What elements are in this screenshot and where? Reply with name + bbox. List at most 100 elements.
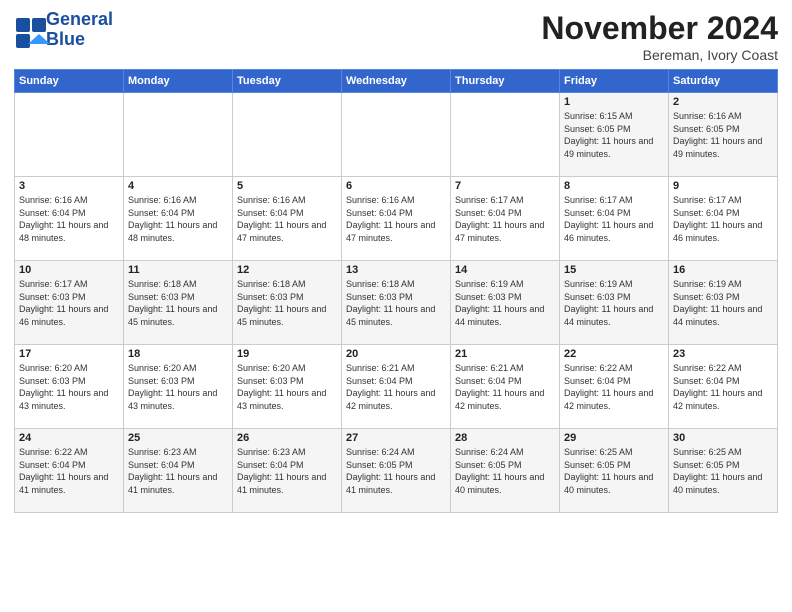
day-info: Sunrise: 6:20 AM Sunset: 6:03 PM Dayligh… xyxy=(128,362,228,412)
calendar-cell: 28 Sunrise: 6:24 AM Sunset: 6:05 PM Dayli… xyxy=(451,429,560,513)
calendar-cell xyxy=(451,93,560,177)
day-info: Sunrise: 6:15 AM Sunset: 6:05 PM Dayligh… xyxy=(564,110,664,160)
day-number: 15 xyxy=(564,264,664,276)
month-title: November 2024 xyxy=(541,10,778,47)
day-number: 16 xyxy=(673,264,773,276)
calendar-week-0: 1Sunrise: 6:15 AM Sunset: 6:05 PM Daylig… xyxy=(15,93,778,177)
calendar-cell: 4 Sunrise: 6:16 AM Sunset: 6:04 PM Daylig… xyxy=(124,177,233,261)
logo-line2: Blue xyxy=(46,30,113,50)
day-number: 2 xyxy=(673,96,773,108)
col-monday: Monday xyxy=(124,70,233,93)
day-number: 28 xyxy=(455,432,555,444)
calendar-cell: 9Sunrise: 6:17 AM Sunset: 6:04 PM Daylig… xyxy=(669,177,778,261)
calendar-cell xyxy=(124,93,233,177)
col-wednesday: Wednesday xyxy=(342,70,451,93)
day-info: Sunrise: 6:17 AM Sunset: 6:04 PM Dayligh… xyxy=(564,194,664,244)
col-tuesday: Tuesday xyxy=(233,70,342,93)
location-subtitle: Bereman, Ivory Coast xyxy=(541,47,778,63)
col-friday: Friday xyxy=(560,70,669,93)
header: General Blue November 2024 Bereman, Ivor… xyxy=(14,10,778,63)
calendar-cell: 10 Sunrise: 6:17 AM Sunset: 6:03 PM Dayli… xyxy=(15,261,124,345)
calendar-cell: 24Sunrise: 6:22 AM Sunset: 6:04 PM Dayli… xyxy=(15,429,124,513)
day-info: Sunrise: 6:17 AM Sunset: 6:04 PM Dayligh… xyxy=(455,194,555,244)
day-number: 29 xyxy=(564,432,664,444)
day-number: 23 xyxy=(673,348,773,360)
day-number: 12 xyxy=(237,264,337,276)
day-number: 11 xyxy=(128,264,228,276)
day-info: Sunrise: 6:16 AM Sunset: 6:04 PM Dayligh… xyxy=(128,194,228,244)
calendar-cell: 25 Sunrise: 6:23 AM Sunset: 6:04 PM Dayli… xyxy=(124,429,233,513)
calendar-cell: 17 Sunrise: 6:20 AM Sunset: 6:03 PM Dayli… xyxy=(15,345,124,429)
day-number: 8 xyxy=(564,180,664,192)
calendar-cell: 20 Sunrise: 6:21 AM Sunset: 6:04 PM Dayli… xyxy=(342,345,451,429)
day-info: Sunrise: 6:17 AM Sunset: 6:04 PM Dayligh… xyxy=(673,194,773,244)
logo-text: General Blue xyxy=(46,10,113,50)
day-info: Sunrise: 6:16 AM Sunset: 6:05 PM Dayligh… xyxy=(673,110,773,160)
header-row: Sunday Monday Tuesday Wednesday Thursday… xyxy=(15,70,778,93)
calendar-cell: 1Sunrise: 6:15 AM Sunset: 6:05 PM Daylig… xyxy=(560,93,669,177)
day-info: Sunrise: 6:23 AM Sunset: 6:04 PM Dayligh… xyxy=(128,446,228,496)
calendar-week-2: 10 Sunrise: 6:17 AM Sunset: 6:03 PM Dayli… xyxy=(15,261,778,345)
day-number: 25 xyxy=(128,432,228,444)
col-thursday: Thursday xyxy=(451,70,560,93)
day-info: Sunrise: 6:22 AM Sunset: 6:04 PM Dayligh… xyxy=(19,446,119,496)
logo: General Blue xyxy=(14,10,113,50)
title-block: November 2024 Bereman, Ivory Coast xyxy=(541,10,778,63)
calendar-cell: 21 Sunrise: 6:21 AM Sunset: 6:04 PM Dayli… xyxy=(451,345,560,429)
calendar-body: 1Sunrise: 6:15 AM Sunset: 6:05 PM Daylig… xyxy=(15,93,778,513)
day-number: 7 xyxy=(455,180,555,192)
day-number: 10 xyxy=(19,264,119,276)
day-info: Sunrise: 6:20 AM Sunset: 6:03 PM Dayligh… xyxy=(237,362,337,412)
day-number: 18 xyxy=(128,348,228,360)
day-info: Sunrise: 6:21 AM Sunset: 6:04 PM Dayligh… xyxy=(346,362,446,412)
logo-line1: General xyxy=(46,10,113,30)
calendar-cell: 27 Sunrise: 6:24 AM Sunset: 6:05 PM Dayli… xyxy=(342,429,451,513)
day-info: Sunrise: 6:25 AM Sunset: 6:05 PM Dayligh… xyxy=(673,446,773,496)
calendar-cell: 12 Sunrise: 6:18 AM Sunset: 6:03 PM Dayli… xyxy=(233,261,342,345)
day-info: Sunrise: 6:16 AM Sunset: 6:04 PM Dayligh… xyxy=(19,194,119,244)
day-number: 27 xyxy=(346,432,446,444)
calendar-cell: 22Sunrise: 6:22 AM Sunset: 6:04 PM Dayli… xyxy=(560,345,669,429)
day-number: 26 xyxy=(237,432,337,444)
calendar-cell xyxy=(342,93,451,177)
day-info: Sunrise: 6:21 AM Sunset: 6:04 PM Dayligh… xyxy=(455,362,555,412)
day-info: Sunrise: 6:16 AM Sunset: 6:04 PM Dayligh… xyxy=(346,194,446,244)
calendar-cell xyxy=(15,93,124,177)
calendar-cell: 14Sunrise: 6:19 AM Sunset: 6:03 PM Dayli… xyxy=(451,261,560,345)
page: General Blue November 2024 Bereman, Ivor… xyxy=(0,0,792,523)
day-info: Sunrise: 6:19 AM Sunset: 6:03 PM Dayligh… xyxy=(564,278,664,328)
calendar-cell: 13Sunrise: 6:18 AM Sunset: 6:03 PM Dayli… xyxy=(342,261,451,345)
day-info: Sunrise: 6:24 AM Sunset: 6:05 PM Dayligh… xyxy=(455,446,555,496)
day-number: 17 xyxy=(19,348,119,360)
day-number: 6 xyxy=(346,180,446,192)
calendar-cell: 5Sunrise: 6:16 AM Sunset: 6:04 PM Daylig… xyxy=(233,177,342,261)
calendar-cell xyxy=(233,93,342,177)
calendar-cell: 26 Sunrise: 6:23 AM Sunset: 6:04 PM Dayli… xyxy=(233,429,342,513)
day-info: Sunrise: 6:17 AM Sunset: 6:03 PM Dayligh… xyxy=(19,278,119,328)
calendar-header: Sunday Monday Tuesday Wednesday Thursday… xyxy=(15,70,778,93)
calendar-cell: 16 Sunrise: 6:19 AM Sunset: 6:03 PM Dayli… xyxy=(669,261,778,345)
day-info: Sunrise: 6:25 AM Sunset: 6:05 PM Dayligh… xyxy=(564,446,664,496)
day-number: 22 xyxy=(564,348,664,360)
day-info: Sunrise: 6:19 AM Sunset: 6:03 PM Dayligh… xyxy=(673,278,773,328)
day-info: Sunrise: 6:22 AM Sunset: 6:04 PM Dayligh… xyxy=(673,362,773,412)
calendar-cell: 29 Sunrise: 6:25 AM Sunset: 6:05 PM Dayli… xyxy=(560,429,669,513)
day-info: Sunrise: 6:18 AM Sunset: 6:03 PM Dayligh… xyxy=(237,278,337,328)
day-number: 20 xyxy=(346,348,446,360)
calendar-cell: 2 Sunrise: 6:16 AM Sunset: 6:05 PM Daylig… xyxy=(669,93,778,177)
day-number: 4 xyxy=(128,180,228,192)
calendar-cell: 30 Sunrise: 6:25 AM Sunset: 6:05 PM Dayli… xyxy=(669,429,778,513)
day-number: 30 xyxy=(673,432,773,444)
day-info: Sunrise: 6:23 AM Sunset: 6:04 PM Dayligh… xyxy=(237,446,337,496)
day-info: Sunrise: 6:24 AM Sunset: 6:05 PM Dayligh… xyxy=(346,446,446,496)
day-number: 19 xyxy=(237,348,337,360)
day-number: 21 xyxy=(455,348,555,360)
calendar-cell: 15 Sunrise: 6:19 AM Sunset: 6:03 PM Dayli… xyxy=(560,261,669,345)
day-info: Sunrise: 6:19 AM Sunset: 6:03 PM Dayligh… xyxy=(455,278,555,328)
col-sunday: Sunday xyxy=(15,70,124,93)
calendar-cell: 6 Sunrise: 6:16 AM Sunset: 6:04 PM Daylig… xyxy=(342,177,451,261)
day-info: Sunrise: 6:18 AM Sunset: 6:03 PM Dayligh… xyxy=(128,278,228,328)
calendar-table: Sunday Monday Tuesday Wednesday Thursday… xyxy=(14,69,778,513)
logo-icon xyxy=(14,16,42,44)
day-info: Sunrise: 6:20 AM Sunset: 6:03 PM Dayligh… xyxy=(19,362,119,412)
